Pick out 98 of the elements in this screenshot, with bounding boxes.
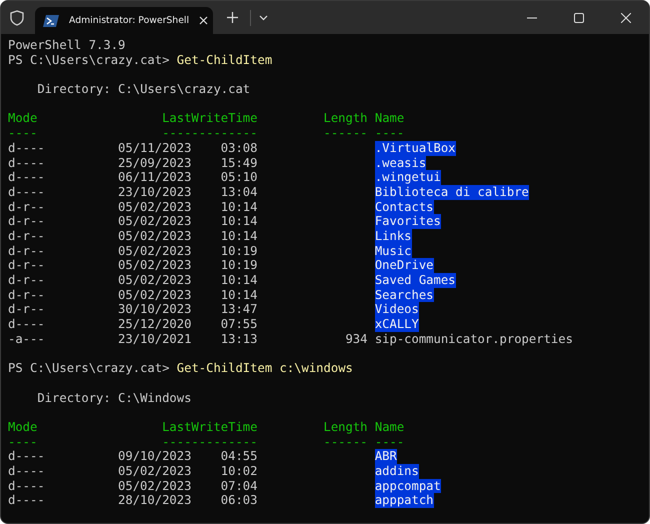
header-rule: ------------- (162, 434, 258, 449)
prompt-text: PS C:\Users\crazy.cat> (8, 361, 170, 376)
time-text: 13:13 (220, 332, 258, 346)
mode-text: d-r-- (8, 273, 45, 287)
date-text: 23/10/2023 (118, 184, 192, 199)
date-text: 30/10/2023 (118, 302, 192, 316)
time-text: 07:55 (220, 317, 258, 332)
column-header: LastWriteTime (162, 420, 258, 434)
mode-text: d-r-- (8, 200, 45, 214)
time-text: 05:10 (220, 170, 258, 184)
item-name: ABR (374, 449, 397, 464)
mode-text: d-r-- (8, 258, 45, 272)
column-header: Length (324, 111, 368, 126)
header-rule: ---- (374, 126, 404, 140)
item-name: Saved Games (374, 273, 456, 288)
column-header: Mode (8, 111, 38, 126)
mode-text: d---- (8, 184, 45, 199)
time-text: 03:08 (220, 140, 258, 155)
item-name: .weasis (374, 156, 426, 170)
item-name: .wingetui (374, 170, 441, 185)
date-text: 05/02/2023 (118, 214, 192, 228)
mode-text: d-r-- (8, 244, 45, 258)
item-name: sip-communicator.properties (374, 332, 573, 346)
command-text: Get-ChildItem c:\windows (176, 361, 353, 376)
item-name: Searches (374, 288, 434, 302)
date-text: 25/09/2023 (118, 156, 192, 170)
time-text: 13:04 (220, 184, 258, 199)
mode-text: d-r-- (8, 228, 45, 243)
header-rule: ------ (324, 434, 368, 449)
item-name: OneDrive (374, 258, 434, 273)
date-text: 05/02/2023 (118, 273, 192, 287)
mode-text: -a--- (8, 332, 45, 346)
date-text: 23/10/2021 (118, 332, 192, 346)
time-text: 04:55 (220, 449, 258, 464)
mode-text: d---- (8, 317, 45, 332)
item-name: Biblioteca di calibre (374, 184, 529, 200)
date-text: 28/10/2023 (118, 493, 192, 508)
time-text: 10:14 (220, 288, 258, 302)
date-text: 05/02/2023 (118, 244, 192, 258)
header-rule: ------------- (162, 126, 258, 140)
time-text: 10:14 (220, 273, 258, 287)
mode-text: d---- (8, 478, 45, 493)
directory-text: Directory: C:\Windows (37, 390, 192, 406)
length-text: 934 (345, 332, 368, 346)
header-rule: ---- (8, 126, 38, 140)
item-name: .VirtualBox (374, 140, 456, 156)
item-name: Videos (374, 302, 419, 318)
mode-text: d-r-- (8, 214, 45, 228)
date-text: 05/02/2023 (118, 288, 192, 302)
item-name: Favorites (374, 214, 441, 229)
date-text: 05/11/2023 (118, 140, 192, 155)
item-name: Contacts (374, 200, 434, 214)
item-name: addins (374, 464, 419, 479)
time-text: 10:19 (220, 258, 258, 272)
date-text: 09/10/2023 (118, 449, 192, 464)
tab-title: Administrator: PowerShell (69, 15, 190, 26)
header-rule: ------ (324, 126, 368, 140)
version-text: PowerShell 7.3.9 (8, 38, 126, 53)
mode-text: d-r-- (8, 302, 45, 316)
column-header: LastWriteTime (162, 111, 258, 126)
column-header: Name (374, 111, 404, 126)
item-name: appcompat (374, 478, 441, 494)
date-text: 05/02/2023 (118, 464, 192, 478)
date-text: 05/02/2023 (118, 200, 192, 214)
column-header: Mode (8, 420, 38, 434)
header-rule: ---- (374, 434, 404, 449)
mode-text: d---- (8, 156, 45, 170)
item-name: Music (374, 244, 412, 258)
time-text: 10:02 (220, 464, 258, 478)
directory-text: Directory: C:\Users\crazy.cat (37, 82, 250, 97)
mode-text: d---- (8, 464, 45, 478)
time-text: 15:49 (220, 156, 258, 170)
date-text: 06/11/2023 (118, 170, 192, 184)
time-text: 13:47 (220, 302, 258, 316)
item-name: apppatch (374, 493, 434, 508)
mode-text: d---- (8, 170, 45, 184)
mode-text: d---- (8, 449, 45, 464)
column-header: Name (374, 420, 404, 434)
date-text: 05/02/2023 (118, 478, 192, 493)
time-text: 10:19 (220, 244, 258, 258)
time-text: 07:04 (220, 478, 258, 493)
item-name: Links (374, 228, 412, 244)
time-text: 10:14 (220, 214, 258, 228)
terminal-tab[interactable]: Administrator: PowerShell (35, 7, 213, 34)
date-text: 25/12/2020 (118, 317, 192, 332)
column-header: Length (324, 420, 368, 434)
prompt-text: PS C:\Users\crazy.cat> (8, 52, 170, 68)
header-rule: ---- (8, 434, 38, 449)
mode-text: d---- (8, 493, 45, 508)
item-name: xCALLY (374, 317, 419, 332)
date-text: 05/02/2023 (118, 228, 192, 243)
command-text: Get-ChildItem (176, 52, 272, 68)
mode-text: d---- (8, 140, 45, 155)
time-text: 06:03 (220, 493, 258, 508)
mode-text: d-r-- (8, 288, 45, 302)
time-text: 10:14 (220, 200, 258, 214)
time-text: 10:14 (220, 228, 258, 243)
date-text: 05/02/2023 (118, 258, 192, 272)
